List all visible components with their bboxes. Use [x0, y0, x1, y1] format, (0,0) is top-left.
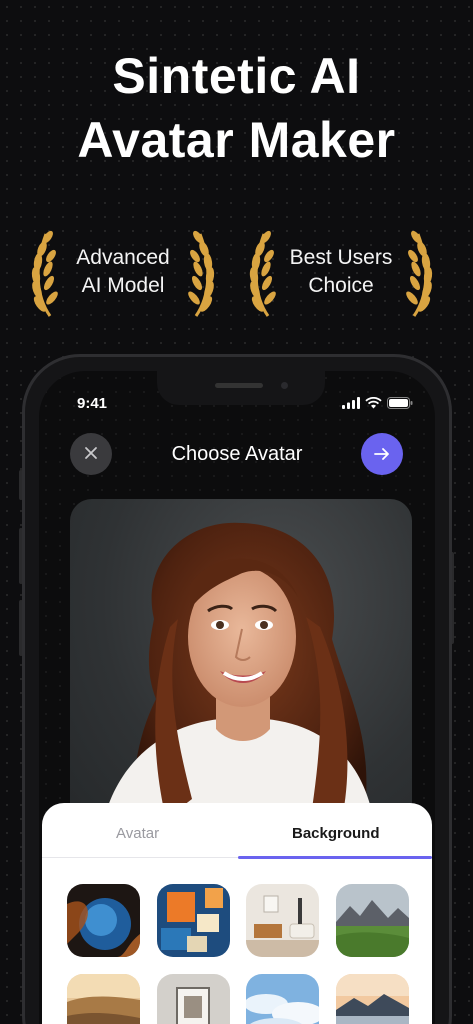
- page-headline: Sintetic AI Avatar Maker: [0, 44, 473, 172]
- laurel-left-icon: [31, 230, 58, 317]
- background-thumbnail-living-room[interactable]: [246, 884, 319, 957]
- front-camera: [281, 382, 288, 389]
- avatar-preview-photo: [70, 499, 412, 839]
- battery-icon: [387, 397, 413, 409]
- background-thumbnail-desert-sunset[interactable]: [67, 974, 140, 1024]
- portrait-illustration: [100, 522, 376, 839]
- award-label-line-1: Best Users: [289, 246, 393, 269]
- speaker-grille: [215, 383, 263, 388]
- award-advanced-ai-model: Advanced AI Model: [28, 226, 218, 318]
- background-thumbnail-orange-abstract-paint[interactable]: [157, 884, 230, 957]
- tab-background[interactable]: Background: [292, 825, 380, 842]
- tab-avatar[interactable]: Avatar: [116, 825, 159, 842]
- award-label-line-1: Advanced: [76, 246, 170, 269]
- award-label-line-2: Choice: [308, 274, 374, 297]
- headline-line-1: Sintetic AI: [112, 48, 361, 104]
- laurel-right-icon: [406, 230, 433, 317]
- laurel-left-icon: [249, 230, 276, 317]
- background-thumbnail-interior-frame[interactable]: [157, 974, 230, 1024]
- background-thumbnail-lake-mountain[interactable]: [336, 974, 409, 1024]
- background-thumbnail-blue-nebula[interactable]: [67, 884, 140, 957]
- status-icons: [342, 396, 413, 410]
- background-thumbnail-cloudy-sky[interactable]: [246, 974, 319, 1024]
- next-button[interactable]: [361, 433, 403, 475]
- cellular-signal-icon: [342, 397, 360, 409]
- award-best-users-choice: Best Users Choice: [246, 226, 436, 318]
- background-picker-sheet: Avatar Background: [42, 803, 432, 1024]
- wifi-icon: [365, 397, 382, 409]
- laurel-right-icon: [188, 230, 215, 317]
- headline-line-2: Avatar Maker: [77, 112, 396, 168]
- phone-notch: [157, 371, 325, 405]
- arrow-right-icon: [374, 447, 389, 460]
- award-label-line-2: AI Model: [81, 274, 165, 297]
- status-time: 9:41: [77, 395, 108, 412]
- tab-active-indicator: [238, 856, 432, 859]
- background-thumbnail-mountain-meadow[interactable]: [336, 884, 409, 957]
